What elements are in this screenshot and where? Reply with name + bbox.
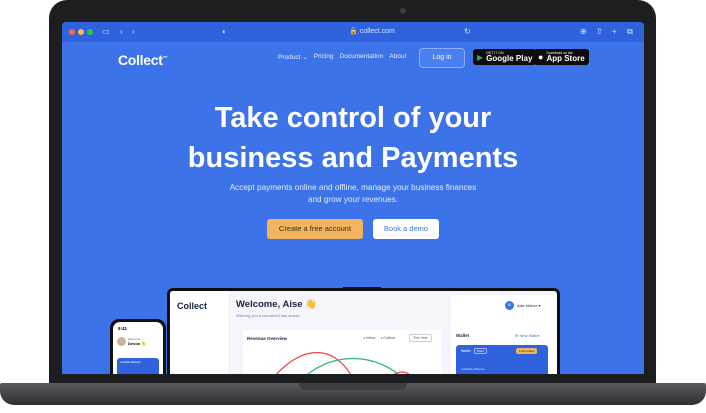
privacy-icon[interactable]: ◐	[222, 26, 227, 38]
phone-avatar	[117, 337, 126, 346]
download-icon[interactable]: ⊕	[580, 26, 587, 38]
avatar[interactable]: AI	[505, 301, 514, 310]
close-dot[interactable]	[69, 29, 75, 35]
phone-time: 9:41	[118, 326, 128, 331]
dashboard-screen: Collect Welcome, Aise 👋 Wishing you a wo…	[170, 291, 557, 374]
headline-line-1: Take control of your	[214, 102, 492, 134]
app-store-label: App Store	[546, 54, 585, 63]
revenue-card: Revenue Overview ● Inflow ● Outflow This…	[243, 330, 441, 374]
phone-balance-label: Available Balance	[120, 361, 141, 364]
login-button[interactable]: Log in	[419, 48, 465, 68]
share-icon[interactable]: ⇧	[596, 26, 603, 38]
laptop-base-notch	[299, 383, 407, 390]
apple-icon: ●	[538, 52, 544, 62]
wallet-footer: Available Balance	[461, 367, 485, 371]
fund-wallet-button[interactable]: Fund wallet	[516, 348, 538, 354]
user-menu[interactable]: Aise Idahor ▾	[517, 303, 540, 308]
phone-mockup: 9:41 Welcome Devon 👋 Available Balance	[110, 319, 166, 374]
laptop-screen: ▭ ‹ › ◐ 🔒 collect.com ↻ ⊕ ⇧ + ⧉ Collect™…	[62, 22, 644, 374]
main-nav: Product ⌄ Pricing Documentation About	[278, 53, 406, 61]
dashboard-welcome: Welcome, Aise 👋	[236, 299, 317, 310]
phone-balance-card: Available Balance	[117, 358, 159, 374]
nav-pricing[interactable]: Pricing	[314, 53, 334, 61]
camera	[400, 8, 406, 14]
maximize-dot[interactable]	[87, 29, 93, 35]
forward-icon[interactable]: ›	[132, 26, 135, 38]
legend-inflow: ● Inflow	[363, 336, 376, 340]
phone-screen: 9:41 Welcome Devon 👋 Available Balance	[113, 322, 163, 374]
new-tab-icon[interactable]: +	[612, 26, 617, 38]
wallet-card: Wallet NGN Fund wallet Available Balance	[456, 345, 548, 374]
dashboard-welcome-sub: Wishing you a wonderful day ahead	[236, 313, 300, 318]
browser-toolbar: ▭ ‹ › ◐ 🔒 collect.com ↻ ⊕ ⇧ + ⧉	[62, 22, 644, 42]
hero-subtitle: Accept payments online and offline, mana…	[229, 183, 477, 204]
address-bar[interactable]: 🔒 collect.com	[262, 26, 482, 38]
headline-line-2: business and Payments	[187, 142, 519, 174]
dashboard-sidebar: Collect	[170, 291, 228, 374]
sidebar-icon[interactable]: ▭	[102, 26, 110, 38]
back-icon[interactable]: ‹	[120, 26, 123, 38]
nav-product[interactable]: Product ⌄	[278, 53, 308, 61]
google-play-label: Google Play	[486, 54, 533, 63]
wallet-title: Wallet	[456, 333, 470, 338]
reload-icon[interactable]: ↻	[464, 26, 471, 38]
google-play-button[interactable]: ▶ GET IT ON Google Play	[473, 49, 537, 65]
site-logo[interactable]: Collect™	[118, 52, 168, 68]
url-text: collect.com	[359, 28, 395, 35]
dashboard-mockup: Collect Welcome, Aise 👋 Wishing you a wo…	[167, 287, 560, 374]
phone-name: Devon 👋	[128, 341, 147, 346]
book-demo-button[interactable]: Book a demo	[373, 219, 439, 239]
dashboard-logo: Collect	[177, 301, 208, 311]
revenue-chart-lines	[276, 352, 410, 374]
chevron-down-icon: ⌄	[302, 54, 308, 61]
hero-headline: Take control of your business and Paymen…	[62, 98, 644, 178]
legend-outflow: ● Outflow	[380, 336, 396, 340]
app-store-button[interactable]: ● Download on the App Store	[534, 49, 589, 65]
currency-select[interactable]: NGN	[474, 348, 487, 354]
revenue-title: Revenue Overview	[247, 336, 288, 341]
wallet-card-label: Wallet	[461, 349, 471, 353]
nav-documentation[interactable]: Documentation	[340, 53, 384, 61]
nav-about[interactable]: About	[389, 53, 406, 61]
new-wallet-button[interactable]: ⊕ New Wallet	[515, 333, 540, 338]
play-icon: ▶	[477, 52, 484, 62]
tabs-icon[interactable]: ⧉	[627, 26, 633, 38]
period-select[interactable]: This Year	[409, 334, 432, 342]
minimize-dot[interactable]	[78, 29, 84, 35]
create-account-button[interactable]: Create a free account	[267, 219, 363, 239]
wallet-panel: AI Aise Idahor ▾ Wallet ⊕ New Wallet Wal…	[451, 295, 557, 374]
